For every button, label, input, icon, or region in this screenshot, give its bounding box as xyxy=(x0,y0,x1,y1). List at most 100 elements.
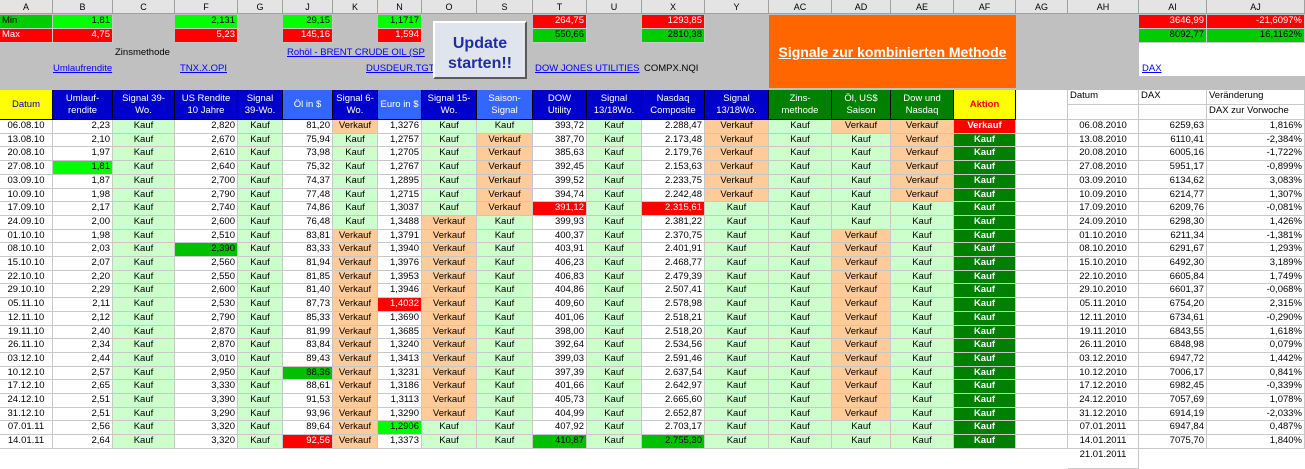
cell-r7-c5[interactable]: 76,48 xyxy=(283,216,333,230)
cell-r16-c16[interactable]: Kauf xyxy=(891,339,954,353)
cell-r8-c21[interactable]: -1,381% xyxy=(1207,230,1305,243)
header-usrendite[interactable]: US Rendite 10 Jahre xyxy=(175,90,238,120)
cell-r9-c6[interactable]: Verkauf xyxy=(333,243,378,257)
cell-r8-c5[interactable]: 83,81 xyxy=(283,230,333,243)
cell-r6-c3[interactable]: 2,740 xyxy=(175,202,238,216)
cell-r16-c13[interactable]: Kauf xyxy=(705,339,769,353)
header-saison[interactable]: Saison-Signal xyxy=(477,90,533,120)
cell-r14-c13[interactable]: Kauf xyxy=(705,312,769,326)
cell-r12-c21[interactable]: -0,068% xyxy=(1207,284,1305,298)
cell-r11-c15[interactable]: Verkauf xyxy=(832,271,891,284)
cell-r21-c16[interactable]: Kauf xyxy=(891,408,954,421)
max-dax[interactable]: 8092,77 xyxy=(1139,29,1207,43)
cell-r3-c9[interactable]: Verkauf xyxy=(477,161,533,175)
cell-r14-c21[interactable]: -0,290% xyxy=(1207,312,1305,326)
column-header-ad[interactable]: AD xyxy=(832,0,891,14)
cell-r4-c19[interactable]: 03.09.2010 xyxy=(1068,175,1139,189)
header-aktion[interactable]: Aktion xyxy=(954,90,1016,120)
cell-r3-c17[interactable]: Kauf xyxy=(954,161,1016,175)
cell-r19-c13[interactable]: Kauf xyxy=(705,380,769,394)
cell-r2-c11[interactable]: Kauf xyxy=(587,147,642,161)
cell-r22-c12[interactable]: 2.703,17 xyxy=(642,421,705,435)
cell-r20-c21[interactable]: 1,078% xyxy=(1207,394,1305,408)
cell-r1-c17[interactable]: Kauf xyxy=(954,134,1016,147)
cell-r9-c19[interactable]: 08.10.2010 xyxy=(1068,243,1139,257)
cell-r9-c9[interactable]: Kauf xyxy=(477,243,533,257)
cell-r21-c0[interactable]: 31.12.10 xyxy=(0,408,53,421)
dow-link[interactable]: DOW JONES UTILITIES xyxy=(535,63,640,75)
cell-r10-c15[interactable]: Verkauf xyxy=(832,257,891,271)
min-usrendite[interactable]: 2,131 xyxy=(175,15,238,29)
cell-r15-c4[interactable]: Kauf xyxy=(238,326,283,339)
cell-r11-c16[interactable]: Kauf xyxy=(891,271,954,284)
cell-r21-c17[interactable]: Kauf xyxy=(954,408,1016,421)
cell-r22-c14[interactable]: Kauf xyxy=(769,421,832,435)
cell-r14-ag[interactable] xyxy=(1016,312,1068,326)
cell-r23-c14[interactable]: Kauf xyxy=(769,435,832,449)
cell-r8-c17[interactable]: Kauf xyxy=(954,230,1016,243)
cell-r22-c4[interactable]: Kauf xyxy=(238,421,283,435)
cell-r5-c11[interactable]: Kauf xyxy=(587,189,642,202)
cell-r4-c16[interactable]: Verkauf xyxy=(891,175,954,189)
cell-r3-c19[interactable]: 27.08.2010 xyxy=(1068,161,1139,175)
cell-r20-c17[interactable]: Kauf xyxy=(954,394,1016,408)
cell-r13-c10[interactable]: 409,60 xyxy=(533,298,587,312)
cell-r14-c2[interactable]: Kauf xyxy=(113,312,175,326)
cell-r5-c21[interactable]: 1,307% xyxy=(1207,189,1305,202)
cell-r12-c11[interactable]: Kauf xyxy=(587,284,642,298)
cell-r18-c10[interactable]: 397,39 xyxy=(533,367,587,380)
cell-r17-c5[interactable]: 89,43 xyxy=(283,353,333,367)
column-header-j[interactable]: J xyxy=(283,0,333,14)
cell-r8-c8[interactable]: Verkauf xyxy=(422,230,477,243)
cell-r18-c2[interactable]: Kauf xyxy=(113,367,175,380)
cell-r15-c9[interactable]: Kauf xyxy=(477,326,533,339)
header-signal-39a[interactable]: Signal 39-Wo. xyxy=(113,90,175,120)
cell-r11-c7[interactable]: 1,3953 xyxy=(378,271,422,284)
cell-r9-c16[interactable]: Kauf xyxy=(891,243,954,257)
cell-r21-c13[interactable]: Kauf xyxy=(705,408,769,421)
cell-r11-c4[interactable]: Kauf xyxy=(238,271,283,284)
cell-r22-c15[interactable]: Kauf xyxy=(832,421,891,435)
cell-r13-c4[interactable]: Kauf xyxy=(238,298,283,312)
cell-r8-c16[interactable]: Kauf xyxy=(891,230,954,243)
cell-r9-c20[interactable]: 6291,67 xyxy=(1139,243,1207,257)
cell-r16-c5[interactable]: 83,84 xyxy=(283,339,333,353)
cell-r17-c6[interactable]: Verkauf xyxy=(333,353,378,367)
cell-r13-c0[interactable]: 05.11.10 xyxy=(0,298,53,312)
header-blank2[interactable] xyxy=(1068,105,1139,120)
cell-r4-c5[interactable]: 74,37 xyxy=(283,175,333,189)
cell-r2-c0[interactable]: 20.08.10 xyxy=(0,147,53,161)
cell-r15-c16[interactable]: Kauf xyxy=(891,326,954,339)
min-dax-change[interactable]: -21,6097% xyxy=(1207,15,1305,29)
cell-r4-c13[interactable]: Verkauf xyxy=(705,175,769,189)
cell-r5-c20[interactable]: 6214,77 xyxy=(1139,189,1207,202)
header-signal-1318a[interactable]: Signal 13/18Wo. xyxy=(587,90,642,120)
cell-r21-c21[interactable]: -2,033% xyxy=(1207,408,1305,421)
cell-r0-c21[interactable]: 1,816% xyxy=(1207,120,1305,134)
cell-r6-c17[interactable]: Kauf xyxy=(954,202,1016,216)
cell-r23-c6[interactable]: Verkauf xyxy=(333,435,378,449)
cell-r10-c1[interactable]: 2,07 xyxy=(53,257,113,271)
cell-r12-c6[interactable]: Verkauf xyxy=(333,284,378,298)
header-blank3[interactable] xyxy=(1139,105,1207,120)
cell-r1-c14[interactable]: Kauf xyxy=(769,134,832,147)
cell-r14-c7[interactable]: 1,3690 xyxy=(378,312,422,326)
cell-r14-c12[interactable]: 2.518,21 xyxy=(642,312,705,326)
cell-r9-c4[interactable]: Kauf xyxy=(238,243,283,257)
cell-r21-c9[interactable]: Kauf xyxy=(477,408,533,421)
cell-r0-c17[interactable]: Verkauf xyxy=(954,120,1016,134)
cell-r17-c12[interactable]: 2.591,46 xyxy=(642,353,705,367)
cell-r11-c20[interactable]: 6605,84 xyxy=(1139,271,1207,284)
cell-r2-c8[interactable]: Kauf xyxy=(422,147,477,161)
cell-r17-c19[interactable]: 03.12.2010 xyxy=(1068,353,1139,367)
cell-r3-c2[interactable]: Kauf xyxy=(113,161,175,175)
cell-r1-c2[interactable]: Kauf xyxy=(113,134,175,147)
cell-r19-c10[interactable]: 401,66 xyxy=(533,380,587,394)
cell-r16-c11[interactable]: Kauf xyxy=(587,339,642,353)
cell-r11-c6[interactable]: Verkauf xyxy=(333,271,378,284)
cell-r7-c10[interactable]: 399,93 xyxy=(533,216,587,230)
cell-r23-c11[interactable]: Kauf xyxy=(587,435,642,449)
cell-r12-c20[interactable]: 6601,37 xyxy=(1139,284,1207,298)
cell-r2-c20[interactable]: 6005,16 xyxy=(1139,147,1207,161)
min-dax[interactable]: 3646,99 xyxy=(1139,15,1207,29)
